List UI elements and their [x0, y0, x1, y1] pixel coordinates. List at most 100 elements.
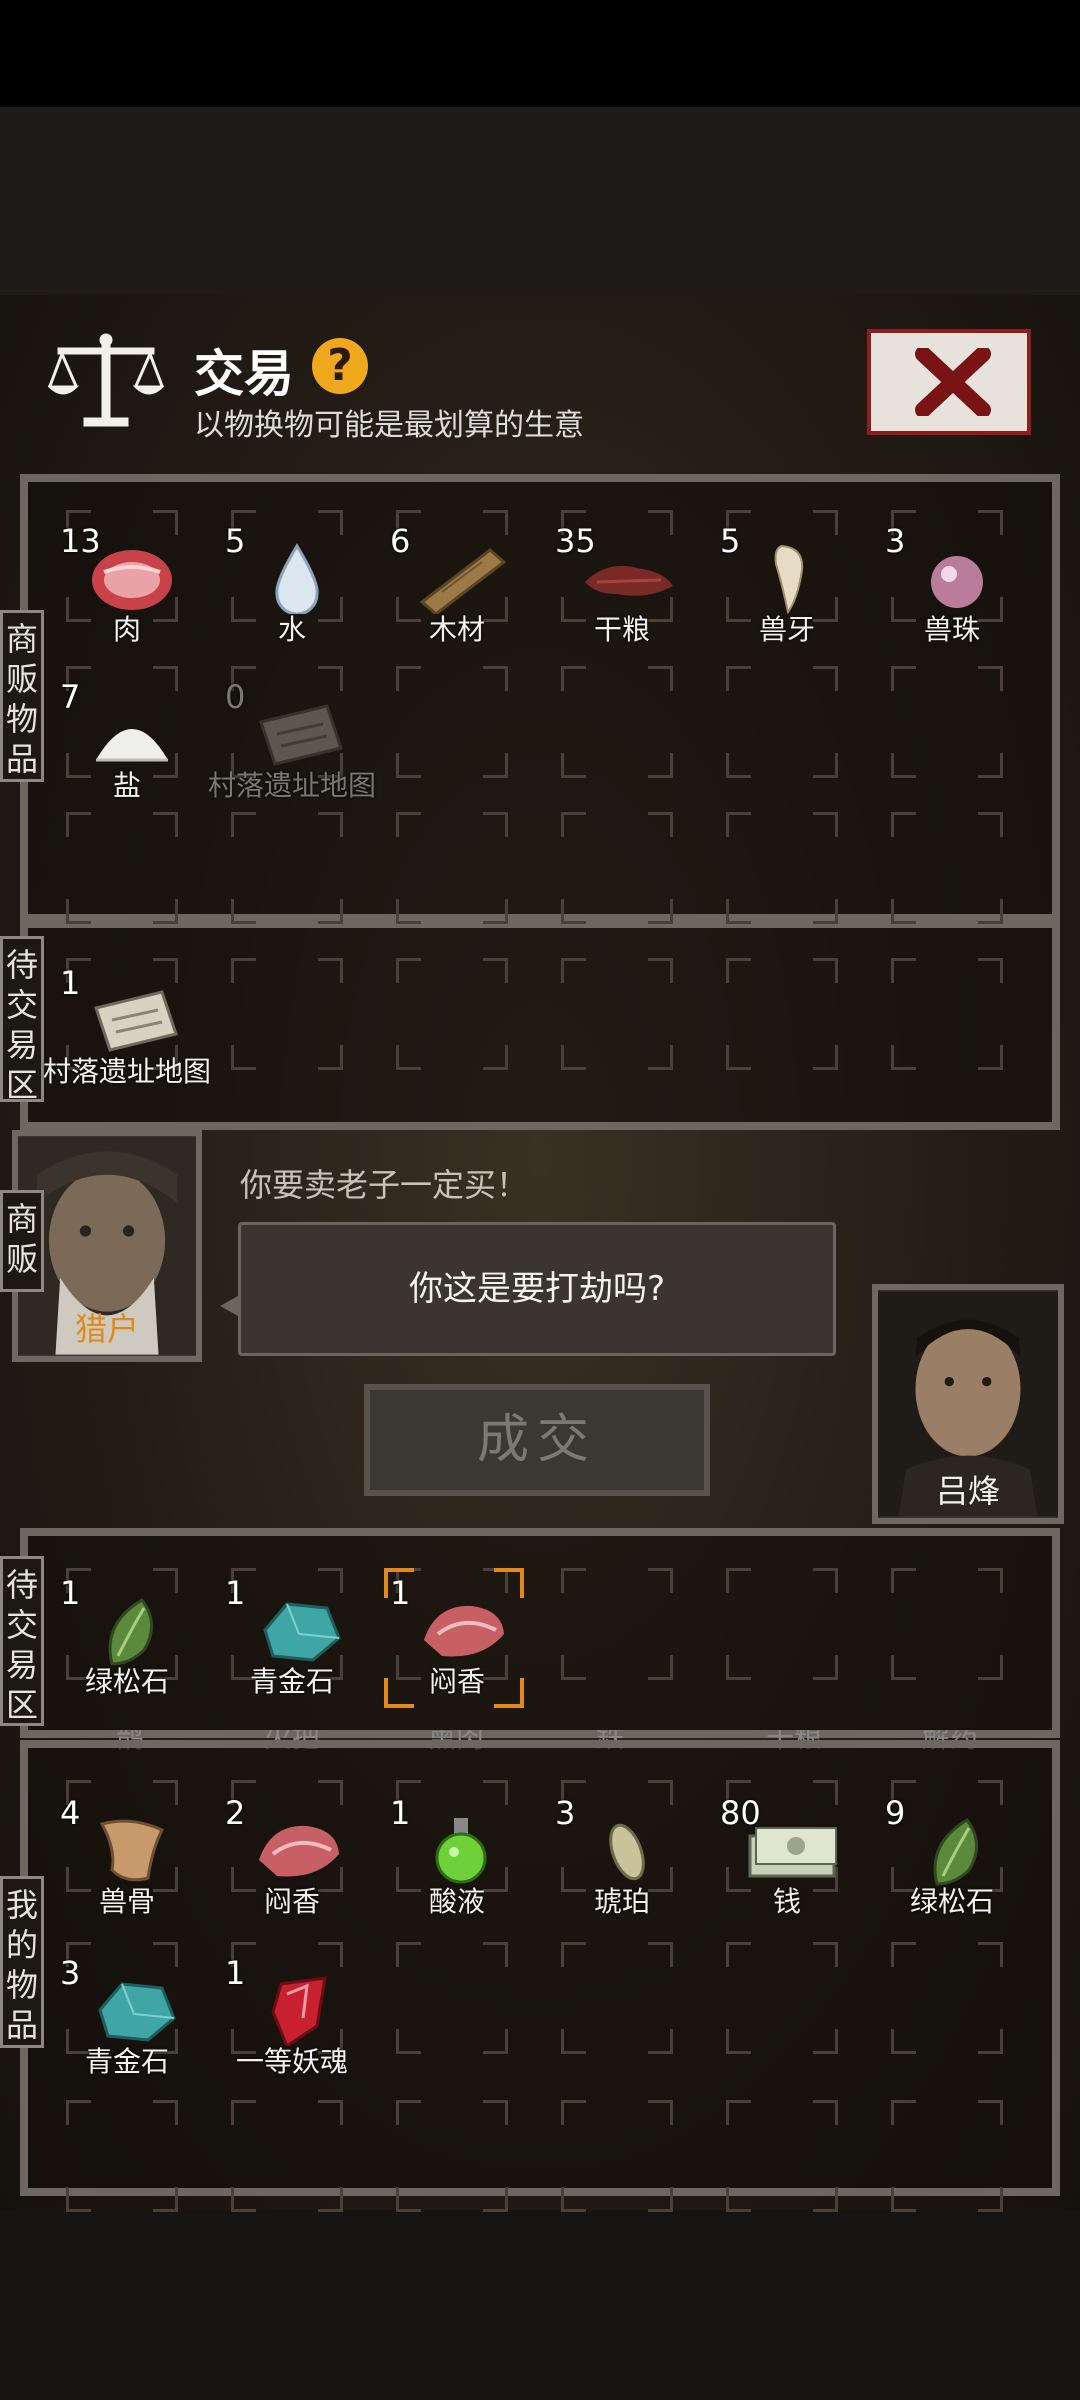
item-count: 4 [60, 1794, 81, 1832]
item-name: 村落遗址地图 [207, 769, 376, 802]
item-name: 水 [277, 613, 306, 646]
empty-slot[interactable] [726, 1942, 838, 2054]
deal-button[interactable]: 成交 [364, 1384, 710, 1496]
lapis-icon [263, 1602, 341, 1662]
empty-slot[interactable] [396, 958, 508, 1070]
empty-slot[interactable] [891, 1568, 1003, 1680]
page-subtitle: 以物换物可能是最划算的生意 [194, 408, 584, 443]
map-icon [259, 704, 343, 766]
item-count: 5 [225, 522, 246, 560]
item-name: 绿松石 [84, 1665, 169, 1698]
jerky-icon [585, 565, 673, 596]
empty-slot[interactable] [66, 812, 178, 924]
item-count: 1 [60, 964, 81, 1002]
bone-icon [99, 1819, 165, 1882]
empty-slot[interactable] [726, 812, 838, 924]
player-portrait: 吕烽 [872, 1284, 1064, 1524]
incense-meat-icon [259, 1825, 339, 1877]
inventory-item[interactable]: 9 绿松石 [885, 1794, 1055, 1940]
item-count: 1 [60, 1574, 81, 1612]
item-name: 干粮 [593, 613, 650, 646]
empty-slot[interactable] [726, 958, 838, 1070]
empty-slot[interactable] [726, 1568, 838, 1680]
item-count: 5 [720, 522, 741, 560]
money-icon [748, 1827, 837, 1878]
turquoise-icon [933, 1818, 978, 1886]
speech-bubble: 你这是要打劫吗? [238, 1222, 836, 1356]
empty-slot[interactable] [561, 958, 673, 1070]
help-icon[interactable]: ? [312, 338, 368, 394]
item-name: 闷香 [263, 1885, 320, 1918]
empty-slot[interactable] [231, 812, 343, 924]
item-name: 兽珠 [923, 613, 980, 646]
empty-slot[interactable] [396, 812, 508, 924]
item-name: 盐 [112, 769, 141, 802]
merchant-name: 猎户 [74, 1310, 139, 1348]
empty-slot[interactable] [726, 666, 838, 778]
item-name: 村落遗址地图 [42, 1055, 211, 1088]
empty-slot[interactable] [396, 2100, 508, 2212]
item-name: 一等妖魂 [235, 2045, 348, 2078]
player-pending-label: 待交易区 [0, 1556, 44, 1726]
item-count: 7 [60, 678, 81, 716]
meat-icon [92, 550, 172, 610]
item-name: 酸液 [428, 1885, 485, 1918]
empty-slot[interactable] [726, 2100, 838, 2212]
item-count: 3 [60, 1954, 81, 1992]
empty-slot[interactable] [561, 812, 673, 924]
lapis-icon [98, 1982, 176, 2042]
item-count: 2 [225, 1794, 246, 1832]
item-name: 钱 [772, 1885, 801, 1918]
wood-icon [419, 548, 507, 614]
status-bar [0, 0, 1080, 107]
item-count: 1 [225, 1574, 246, 1612]
map-icon [94, 990, 178, 1052]
acid-flask-icon [435, 1818, 487, 1884]
empty-slot[interactable] [231, 2100, 343, 2212]
close-icon [915, 348, 991, 416]
item-count: 3 [555, 1794, 576, 1832]
item-count: 3 [885, 522, 906, 560]
item-count: 0 [225, 678, 246, 716]
fang-icon [774, 544, 804, 614]
inventory-item[interactable]: 1 一等妖魂 [225, 1954, 395, 2100]
salt-icon [96, 729, 168, 762]
empty-slot[interactable] [891, 666, 1003, 778]
page-title: 交易 [194, 345, 294, 403]
empty-slot[interactable] [561, 666, 673, 778]
empty-slot[interactable] [561, 2100, 673, 2212]
item-name: 青金石 [249, 1665, 334, 1698]
item-name: 肉 [112, 613, 141, 646]
item-count: 6 [390, 522, 411, 560]
empty-slot[interactable] [396, 666, 508, 778]
item-name: 绿松石 [909, 1885, 994, 1918]
bubble-tail [220, 1296, 238, 1316]
item-count: 1 [390, 1794, 411, 1832]
close-button[interactable] [867, 329, 1031, 435]
inventory-item[interactable]: 3 兽珠 [885, 522, 1055, 668]
empty-slot[interactable] [891, 812, 1003, 924]
scale-icon [48, 333, 164, 427]
water-drop-icon [275, 543, 319, 614]
turquoise-icon [108, 1598, 153, 1666]
item-name: 琥珀 [593, 1885, 650, 1918]
merchant-label: 商贩 [0, 1190, 44, 1292]
amber-icon [609, 1823, 645, 1881]
item-name: 兽骨 [98, 1885, 155, 1918]
empty-slot[interactable] [891, 958, 1003, 1070]
empty-slot[interactable] [396, 1942, 508, 2054]
bottom-area [0, 2210, 1080, 2400]
soul-crystal-icon [271, 1976, 327, 2046]
empty-slot[interactable] [891, 1942, 1003, 2054]
inventory-item[interactable]: 1 村落遗址地图 [43, 964, 230, 1110]
item-name: 兽牙 [758, 613, 815, 646]
inventory-item[interactable]: 0 村落遗址地图 [208, 678, 395, 824]
item-name: 青金石 [84, 2045, 169, 2078]
empty-slot[interactable] [561, 1568, 673, 1680]
empty-slot[interactable] [231, 958, 343, 1070]
empty-slot[interactable] [66, 2100, 178, 2212]
player-name: 吕烽 [935, 1472, 1000, 1510]
empty-slot[interactable] [891, 2100, 1003, 2212]
empty-slot[interactable] [561, 1942, 673, 2054]
item-name: 木材 [428, 613, 485, 646]
